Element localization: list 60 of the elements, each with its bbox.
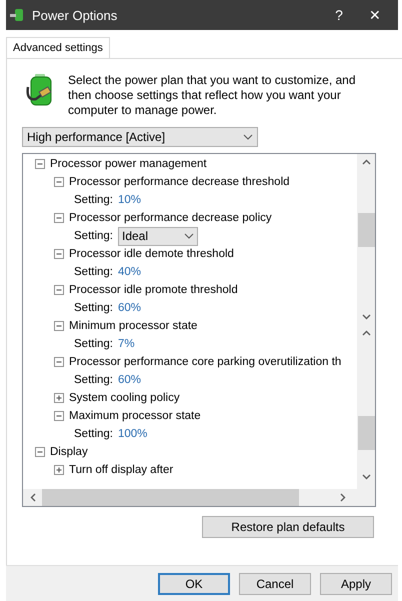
setting-label: Setting: xyxy=(74,428,113,440)
dialog-button[interactable]: OK xyxy=(158,572,230,594)
battery-plug-icon xyxy=(10,7,26,23)
collapse-toggle[interactable] xyxy=(54,411,64,421)
scroll-up-icon[interactable] xyxy=(362,158,370,167)
scroll-thumb[interactable] xyxy=(42,489,299,506)
tree-item[interactable]: Processor performance decrease threshold xyxy=(69,176,290,188)
setting-value[interactable]: 10% xyxy=(118,194,142,206)
tree-item[interactable]: Processor performance decrease policy xyxy=(69,212,272,224)
tab[interactable]: Advanced settings xyxy=(6,37,110,58)
collapse-toggle[interactable] xyxy=(35,447,45,457)
tree-item[interactable]: Maximum processor state xyxy=(69,410,201,422)
instruction-text: Select the power plan that you want to customize, and then choose settings that reflect how you want your computer to manage power. xyxy=(68,73,357,118)
dialog-button[interactable]: Cancel xyxy=(239,572,311,594)
collapse-toggle[interactable] xyxy=(54,321,64,331)
scroll-right-icon[interactable] xyxy=(338,493,347,502)
caret-icon xyxy=(243,134,253,140)
collapse-toggle[interactable] xyxy=(54,357,64,367)
tree-item[interactable]: Processor performance core parking overutilization th xyxy=(69,356,342,368)
expand-toggle[interactable] xyxy=(54,393,64,403)
scroll-down-icon[interactable] xyxy=(362,472,370,481)
tree-item[interactable]: Processor idle promote threshold xyxy=(69,284,238,296)
setting-label: Setting: xyxy=(74,374,113,386)
scroll-down-icon[interactable] xyxy=(362,312,370,321)
collapse-toggle[interactable] xyxy=(54,249,64,259)
collapse-toggle[interactable] xyxy=(35,159,45,169)
expand-toggle[interactable] xyxy=(54,465,64,475)
vertical-scrollbar[interactable] xyxy=(357,154,375,489)
scroll-up-icon[interactable] xyxy=(362,329,370,338)
horizontal-scrollbar[interactable] xyxy=(23,489,375,506)
collapse-toggle[interactable] xyxy=(54,177,64,187)
dialog-button[interactable]: Apply xyxy=(320,572,392,594)
tree-item[interactable]: Turn off display after xyxy=(69,464,174,476)
setting-value[interactable]: 40% xyxy=(118,266,142,278)
setting-label: Setting: xyxy=(74,266,113,278)
tree-item[interactable]: Minimum processor state xyxy=(69,320,198,332)
setting-value[interactable]: 7% xyxy=(118,338,135,350)
caret-icon xyxy=(184,233,194,239)
plan-dropdown[interactable]: High performance [Active] xyxy=(22,127,258,147)
help-button[interactable]: ? xyxy=(324,0,354,30)
scroll-left-icon[interactable] xyxy=(29,493,38,502)
scroll-thumb[interactable] xyxy=(358,416,374,450)
tree-item[interactable]: Display xyxy=(50,446,88,458)
tree-item[interactable]: Processor power management xyxy=(50,158,207,170)
window-title: Power Options xyxy=(32,8,118,22)
collapse-toggle[interactable] xyxy=(54,285,64,295)
setting-label: Setting: xyxy=(74,338,113,350)
collapse-toggle[interactable] xyxy=(54,213,64,223)
tree-item[interactable]: Processor idle demote threshold xyxy=(69,248,234,260)
setting-dropdown[interactable]: Ideal xyxy=(118,226,198,246)
tree-item[interactable]: System cooling policy xyxy=(69,392,180,404)
close-button[interactable]: ✕ xyxy=(360,0,390,30)
setting-value[interactable]: 60% xyxy=(118,302,142,314)
setting-label: Setting: xyxy=(74,302,113,314)
setting-value[interactable]: 100% xyxy=(118,428,148,440)
scroll-thumb[interactable] xyxy=(358,213,374,247)
setting-label: Setting: xyxy=(74,194,113,206)
setting-label: Setting: xyxy=(74,230,113,242)
setting-value[interactable]: 60% xyxy=(118,374,142,386)
restore-defaults-button[interactable]: Restore plan defaults xyxy=(202,516,374,538)
